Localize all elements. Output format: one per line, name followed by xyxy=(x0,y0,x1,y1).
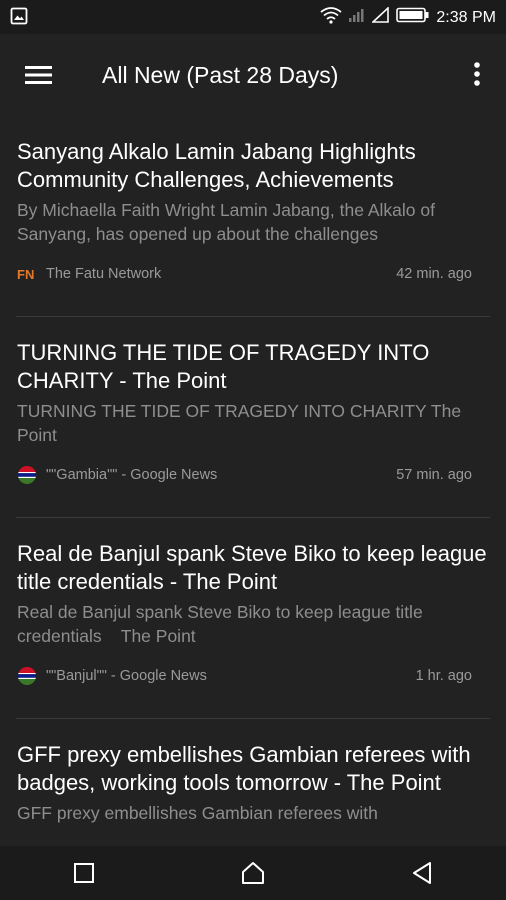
image-icon xyxy=(10,7,28,30)
news-item-source-label: ""Gambia"" - Google News xyxy=(46,467,218,483)
system-nav-bar xyxy=(0,846,506,900)
status-bar: 2:38 PM xyxy=(0,0,506,34)
home-icon[interactable] xyxy=(233,853,273,893)
news-item-title[interactable]: Sanyang Alkalo Lamin Jabang Highlights C… xyxy=(17,138,490,194)
fatu-network-icon: FN xyxy=(17,264,37,284)
back-triangle-icon[interactable] xyxy=(402,853,442,893)
news-item-meta: ""Gambia"" - Google News 57 min. ago xyxy=(17,465,472,485)
news-item-time: 57 min. ago xyxy=(396,467,472,483)
news-item[interactable]: GFF prexy embellishes Gambian referees w… xyxy=(16,719,490,846)
news-item-time: 1 hr. ago xyxy=(415,668,472,684)
news-item-source: ""Gambia"" - Google News xyxy=(17,465,217,485)
status-time: 2:38 PM xyxy=(436,8,496,26)
news-feed[interactable]: Sanyang Alkalo Lamin Jabang Highlights C… xyxy=(0,116,506,846)
news-item-source-label: ""Banjul"" - Google News xyxy=(46,668,207,684)
signal-icon xyxy=(371,6,390,28)
news-item-summary: GFF prexy embellishes Gambian referees w… xyxy=(17,803,378,823)
news-item-time: 42 min. ago xyxy=(396,266,472,282)
page-title: All New (Past 28 Days) xyxy=(102,62,339,88)
news-item[interactable]: Real de Banjul spank Steve Biko to keep … xyxy=(16,518,490,719)
news-item-summary: By Michaella Faith Wright Lamin Jabang, … xyxy=(17,200,435,244)
gambia-flag-icon xyxy=(17,666,37,686)
news-item-title[interactable]: GFF prexy embellishes Gambian referees w… xyxy=(17,741,490,797)
news-item-source-label: The Fatu Network xyxy=(46,266,162,282)
gambia-flag-icon xyxy=(17,465,37,485)
news-item-meta: FN The Fatu Network 42 min. ago xyxy=(17,264,472,284)
battery-icon xyxy=(396,7,430,28)
news-item[interactable]: Sanyang Alkalo Lamin Jabang Highlights C… xyxy=(16,116,490,317)
news-item-summary: TURNING THE TIDE OF TRAGEDY INTO CHARITY… xyxy=(17,401,462,445)
svg-text:FN: FN xyxy=(17,267,34,282)
news-item-source: ""Banjul"" - Google News xyxy=(17,666,207,686)
more-vert-icon[interactable] xyxy=(470,60,484,90)
signal-dim-icon xyxy=(348,7,366,28)
wifi-icon xyxy=(320,6,342,29)
news-item-summary: Real de Banjul spank Steve Biko to keep … xyxy=(17,602,428,646)
news-item-source: FN The Fatu Network xyxy=(17,264,161,284)
hamburger-menu-icon[interactable] xyxy=(24,61,54,89)
recents-square-icon[interactable] xyxy=(64,853,104,893)
news-item-meta: ""Banjul"" - Google News 1 hr. ago xyxy=(17,666,472,686)
news-item-title[interactable]: TURNING THE TIDE OF TRAGEDY INTO CHARITY… xyxy=(17,339,490,395)
news-item-title[interactable]: Real de Banjul spank Steve Biko to keep … xyxy=(17,540,490,596)
app-bar: All New (Past 28 Days) xyxy=(0,34,506,116)
news-item[interactable]: TURNING THE TIDE OF TRAGEDY INTO CHARITY… xyxy=(16,317,490,518)
